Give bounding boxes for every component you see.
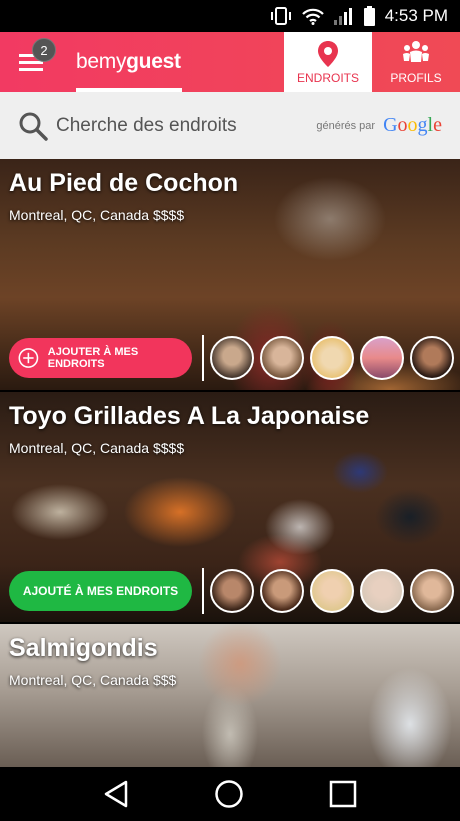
avatar[interactable] [310, 336, 354, 380]
avatar[interactable] [360, 336, 404, 380]
tab-profils-label: PROFILS [390, 70, 442, 85]
tab-endroits[interactable]: ENDROITS [284, 32, 372, 92]
vibrate-icon [270, 7, 291, 25]
avatar[interactable] [410, 569, 454, 613]
avatar[interactable] [210, 336, 254, 380]
place-location: Montreal, QC, Canada $$$ [9, 672, 177, 688]
plus-circle-icon [18, 348, 39, 368]
avatar[interactable] [260, 336, 304, 380]
place-name: Toyo Grillades A La Japonaise [9, 402, 370, 430]
tab-endroits-label: ENDROITS [296, 70, 359, 85]
avatar[interactable] [360, 569, 404, 613]
people-icon [403, 40, 429, 62]
avatar[interactable] [310, 569, 354, 613]
divider [202, 335, 204, 381]
place-name: Salmigondis [9, 634, 158, 662]
add-button-label: AJOUTER À MES ENDROITS [47, 346, 139, 370]
search-input[interactable]: Cherche des endroits [56, 115, 316, 137]
added-to-places-button[interactable]: AJOUTÉ À MES ENDROITS [9, 571, 192, 611]
avatar[interactable] [210, 569, 254, 613]
avatar[interactable] [260, 569, 304, 613]
clock: 4:53 PM [384, 6, 448, 25]
logo-suffix: guest [126, 50, 181, 73]
menu-button[interactable]: 2 [0, 32, 62, 92]
place-location: Montreal, QC, Canada $$$$ [9, 207, 185, 223]
guest-avatars [210, 336, 454, 380]
battery-icon [363, 6, 375, 26]
avatar[interactable] [410, 336, 454, 380]
place-location: Montreal, QC, Canada $$$$ [9, 440, 185, 456]
add-to-places-button[interactable]: AJOUTER À MES ENDROITS [9, 338, 192, 378]
powered-by-label: générés par [316, 119, 376, 132]
tab-profils[interactable]: PROFILS [372, 32, 460, 92]
app-header: 2 bemy guest ENDROITS PROFILS [0, 32, 460, 92]
android-nav-bar [0, 767, 460, 821]
logo-prefix: bemy [76, 50, 127, 73]
signal-icon [333, 7, 352, 25]
status-bar: 4:53 PM [0, 0, 460, 32]
notification-badge: 2 [32, 38, 56, 62]
added-button-label: AJOUTÉ À MES ENDROITS [22, 584, 179, 598]
place-card[interactable]: Toyo Grillades A La Japonaise Montreal, … [0, 392, 460, 622]
place-card[interactable]: Salmigondis Montreal, QC, Canada $$$ [0, 624, 460, 767]
guest-avatars [210, 569, 454, 613]
back-icon[interactable] [103, 780, 129, 808]
search-icon [19, 112, 48, 141]
app-logo: bemy guest [62, 32, 284, 92]
search-bar[interactable]: Cherche des endroits générés par Google [0, 92, 460, 159]
google-logo: Google [383, 114, 442, 136]
home-icon[interactable] [214, 779, 244, 809]
wifi-icon [301, 8, 324, 25]
divider [202, 568, 204, 614]
recents-icon[interactable] [329, 780, 357, 808]
place-card[interactable]: Au Pied de Cochon Montreal, QC, Canada $… [0, 159, 460, 390]
place-name: Au Pied de Cochon [9, 169, 239, 197]
map-pin-icon [318, 40, 338, 67]
